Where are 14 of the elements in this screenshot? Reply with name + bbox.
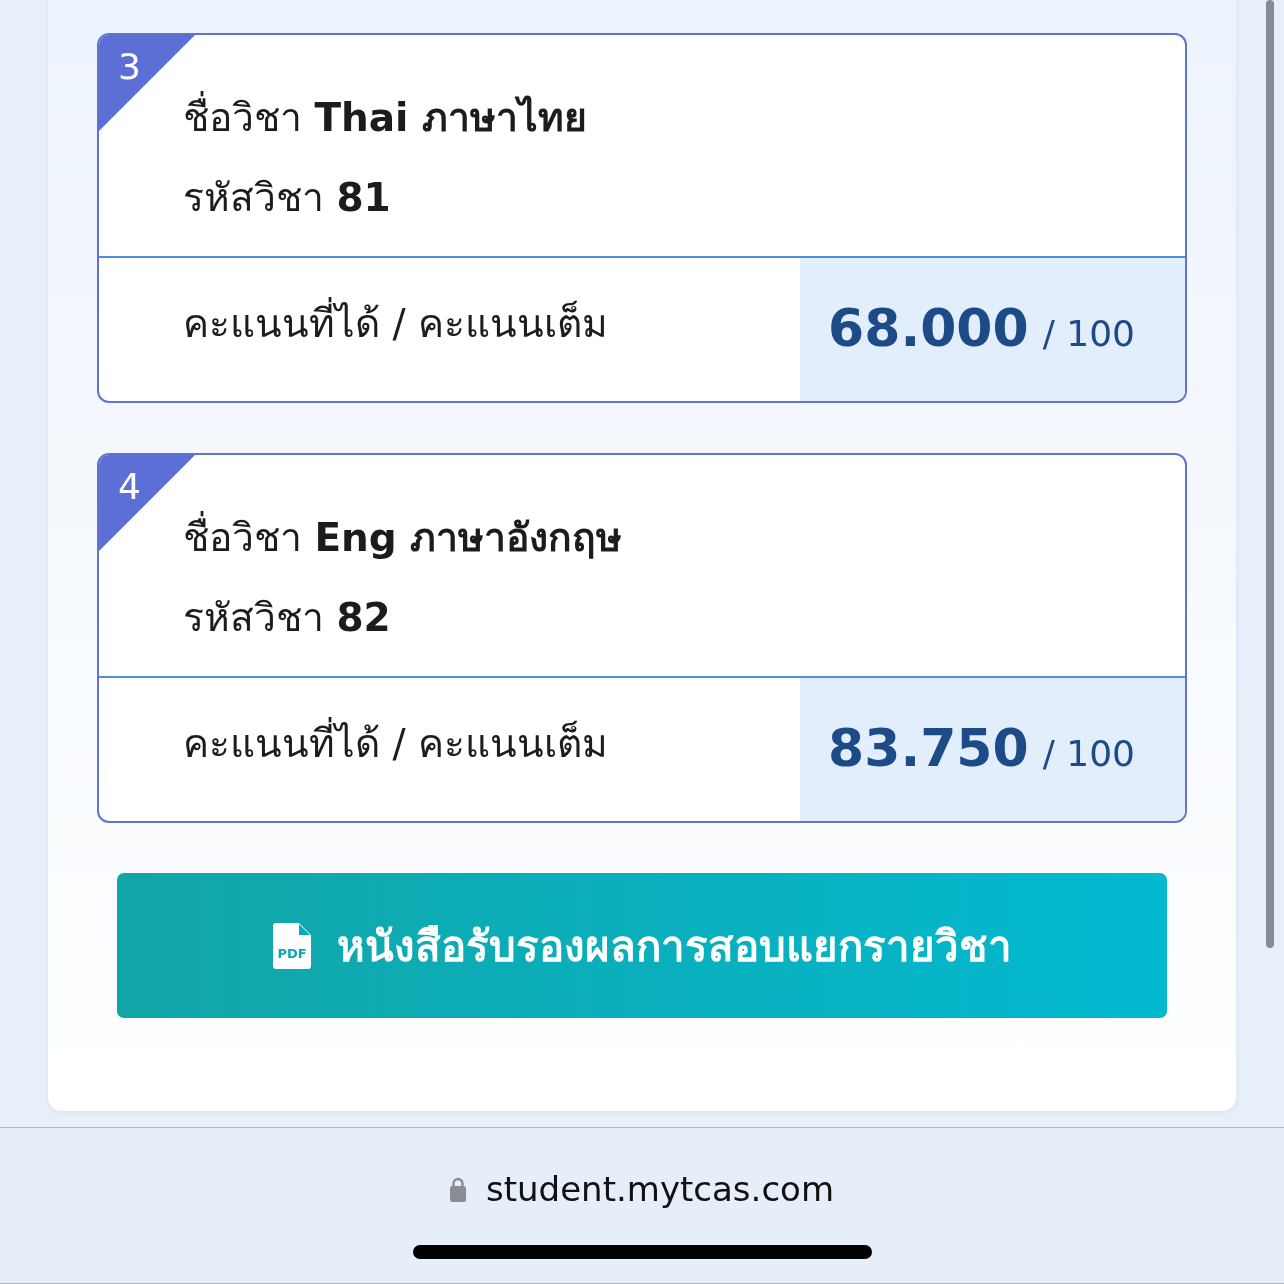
subject-code-text: รหัสวิชา 81 — [183, 174, 392, 222]
subject-name-text: ชื่อวิชา Thai ภาษาไทย — [183, 87, 1185, 149]
lock-icon — [450, 1176, 466, 1202]
pdf-file-icon: PDF — [272, 922, 311, 969]
score-label: คะแนนที่ได้ / คะแนนเต็ม — [183, 291, 608, 354]
score-label: คะแนนที่ได้ / คะแนนเต็ม — [183, 711, 608, 774]
url-text[interactable]: student.mytcas.com — [486, 1169, 834, 1209]
subject-name-text: ชื่อวิชา Eng ภาษาอังกฤษ — [183, 507, 1185, 569]
subject-code-text: รหัสวิชา 82 — [183, 594, 392, 642]
home-indicator[interactable] — [412, 1245, 872, 1259]
score-value: 83.750 — [828, 718, 1029, 778]
full-score-text: / 100 — [1042, 733, 1135, 774]
full-score-text: / 100 — [1042, 313, 1135, 354]
score-value: 68.000 — [828, 298, 1029, 358]
